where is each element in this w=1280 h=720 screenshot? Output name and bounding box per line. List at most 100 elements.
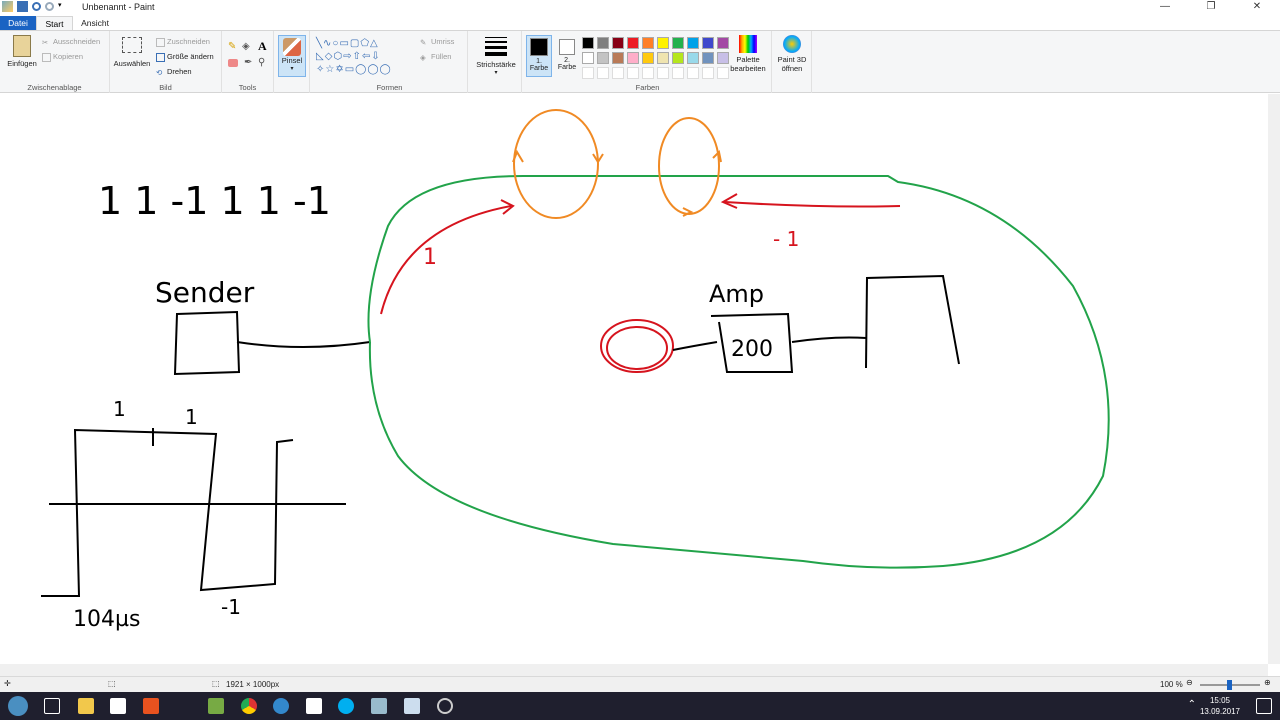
- resize-button[interactable]: Größe ändern: [156, 52, 214, 62]
- crop-button[interactable]: Zuschneiden: [156, 37, 210, 47]
- image-size-icon: ⬚: [212, 679, 220, 688]
- magnifier-icon[interactable]: ⚲: [258, 57, 265, 68]
- drawing-canvas[interactable]: 1 1 -1 1 1 -1 Sender 1 - 1 Amp 200 1 1 1…: [3, 96, 1268, 664]
- maximize-button[interactable]: ❐: [1188, 0, 1234, 16]
- palette-swatch[interactable]: [657, 52, 669, 64]
- clipboard-icon: [13, 35, 31, 57]
- skype-icon[interactable]: [338, 698, 354, 714]
- handwriting-sequence: 1 1 -1 1 1 -1: [98, 179, 331, 223]
- tab-home[interactable]: Start: [36, 16, 73, 30]
- tray-chevron-icon[interactable]: ⌃: [1188, 699, 1196, 710]
- palette-swatch[interactable]: [702, 37, 714, 49]
- brush-button[interactable]: Pinsel ▾: [278, 35, 306, 77]
- office-icon[interactable]: [143, 698, 159, 714]
- custom-palette-slot[interactable]: [597, 67, 609, 79]
- chrome-icon[interactable]: [241, 698, 257, 714]
- notepad-icon[interactable]: [404, 698, 420, 714]
- shapes-group: ╲∿○▭▢⬠△ ◺◇⬡⇨⇧⇦⇩ ✧☆✡▭◯◯◯ ✎ Umriss ◈ Füllen Fo…: [312, 31, 468, 93]
- palette-swatch[interactable]: [657, 37, 669, 49]
- brush-label: Pinsel: [281, 56, 303, 65]
- custom-palette-slot[interactable]: [687, 67, 699, 79]
- color1-button[interactable]: 1. Farbe: [526, 35, 552, 77]
- clock-date: 13.09.2017: [1199, 707, 1240, 716]
- zoom-in-button[interactable]: ⊕: [1264, 678, 1271, 687]
- palette-swatch[interactable]: [582, 52, 594, 64]
- notifications-icon[interactable]: [1256, 698, 1272, 714]
- fill-button[interactable]: ◈ Füllen: [420, 52, 451, 62]
- photos-icon[interactable]: [208, 698, 224, 714]
- start-icon[interactable]: [8, 696, 28, 716]
- ribbon: Einfügen ✂ Ausschneiden Kopieren Zwischen…: [0, 30, 1280, 93]
- size-button[interactable]: Strichstärke ▾: [472, 37, 520, 76]
- close-button[interactable]: ✕: [1234, 0, 1280, 16]
- custom-palette-slot[interactable]: [657, 67, 669, 79]
- clock[interactable]: 15:05 13.09.2017: [1200, 695, 1240, 717]
- rotate-button[interactable]: ⟲ Drehen: [156, 67, 192, 77]
- outline-button[interactable]: ✎ Umriss: [420, 37, 454, 47]
- palette-swatch[interactable]: [627, 52, 639, 64]
- fill-icon[interactable]: ◈: [242, 41, 252, 52]
- palette-swatch[interactable]: [687, 37, 699, 49]
- custom-palette-slot[interactable]: [672, 67, 684, 79]
- orange-loop-right: [658, 117, 720, 215]
- select-button[interactable]: Auswählen: [112, 37, 152, 68]
- undo-icon[interactable]: [32, 2, 41, 11]
- palette-swatch[interactable]: [627, 37, 639, 49]
- custom-palette-slot[interactable]: [702, 67, 714, 79]
- taskbar: ⌃ 15:05 13.09.2017: [0, 692, 1280, 720]
- red-label-right: - 1: [773, 227, 799, 251]
- palette-swatch[interactable]: [672, 37, 684, 49]
- brush-icon: [283, 38, 301, 56]
- shapes-gallery[interactable]: ╲∿○▭▢⬠△ ◺◇⬡⇨⇧⇦⇩ ✧☆✡▭◯◯◯: [316, 37, 416, 77]
- minimize-button[interactable]: —: [1142, 0, 1188, 16]
- app-icon[interactable]: [437, 698, 453, 714]
- palette-swatch[interactable]: [642, 37, 654, 49]
- palette-swatch[interactable]: [582, 37, 594, 49]
- palette-swatch[interactable]: [597, 52, 609, 64]
- eraser-icon[interactable]: [228, 59, 238, 67]
- edit-colors-button[interactable]: Palette bearbeiten: [728, 35, 768, 73]
- pencil-icon[interactable]: ✎: [228, 41, 238, 52]
- tab-file[interactable]: Datei: [0, 16, 36, 30]
- cut-button[interactable]: ✂ Ausschneiden: [42, 37, 100, 47]
- image-group-label: Bild: [159, 83, 172, 92]
- mail-icon[interactable]: [306, 698, 322, 714]
- color-picker-icon[interactable]: ✒: [244, 57, 252, 68]
- palette-swatch[interactable]: [642, 52, 654, 64]
- custom-palette-slot[interactable]: [582, 67, 594, 79]
- horizontal-scrollbar[interactable]: [0, 664, 1268, 676]
- custom-palette-slot[interactable]: [627, 67, 639, 79]
- customize-qat-icon[interactable]: ▾: [58, 1, 64, 12]
- paint-icon[interactable]: [371, 698, 387, 714]
- palette-swatch[interactable]: [687, 52, 699, 64]
- paint-app-icon[interactable]: [2, 1, 13, 12]
- task-view-icon[interactable]: [44, 698, 60, 714]
- zoom-slider[interactable]: [1200, 680, 1260, 690]
- text-icon[interactable]: A: [258, 39, 267, 54]
- custom-palette-slot[interactable]: [612, 67, 624, 79]
- color2-button[interactable]: 2. Farbe: [554, 35, 580, 71]
- paint3d-button[interactable]: Paint 3D öffnen: [774, 35, 810, 73]
- file-explorer-icon[interactable]: [78, 698, 94, 714]
- tab-view[interactable]: Ansicht: [73, 16, 117, 30]
- zoom-out-button[interactable]: ⊖: [1186, 678, 1193, 687]
- line-width-icon: [485, 37, 507, 56]
- palette-swatch[interactable]: [702, 52, 714, 64]
- redo-icon[interactable]: [45, 2, 54, 11]
- save-icon[interactable]: [17, 1, 28, 12]
- clipboard-group: Einfügen ✂ Ausschneiden Kopieren Zwischen…: [0, 31, 110, 93]
- palette-swatch[interactable]: [612, 37, 624, 49]
- red-arrow-right: [724, 201, 901, 208]
- vertical-scrollbar[interactable]: [1268, 94, 1280, 664]
- palette-swatch[interactable]: [597, 37, 609, 49]
- red-arrow-left: [380, 205, 512, 315]
- copy-button[interactable]: Kopieren: [42, 52, 83, 62]
- store-icon[interactable]: [110, 698, 126, 714]
- media-icon[interactable]: [273, 698, 289, 714]
- paste-button[interactable]: Einfügen: [4, 35, 40, 68]
- palette-swatch[interactable]: [672, 52, 684, 64]
- palette-swatch[interactable]: [612, 52, 624, 64]
- image-group: Auswählen Zuschneiden Größe ändern ⟲ Dreh…: [110, 31, 222, 93]
- custom-palette-slot[interactable]: [642, 67, 654, 79]
- outline-label: Umriss: [431, 37, 455, 46]
